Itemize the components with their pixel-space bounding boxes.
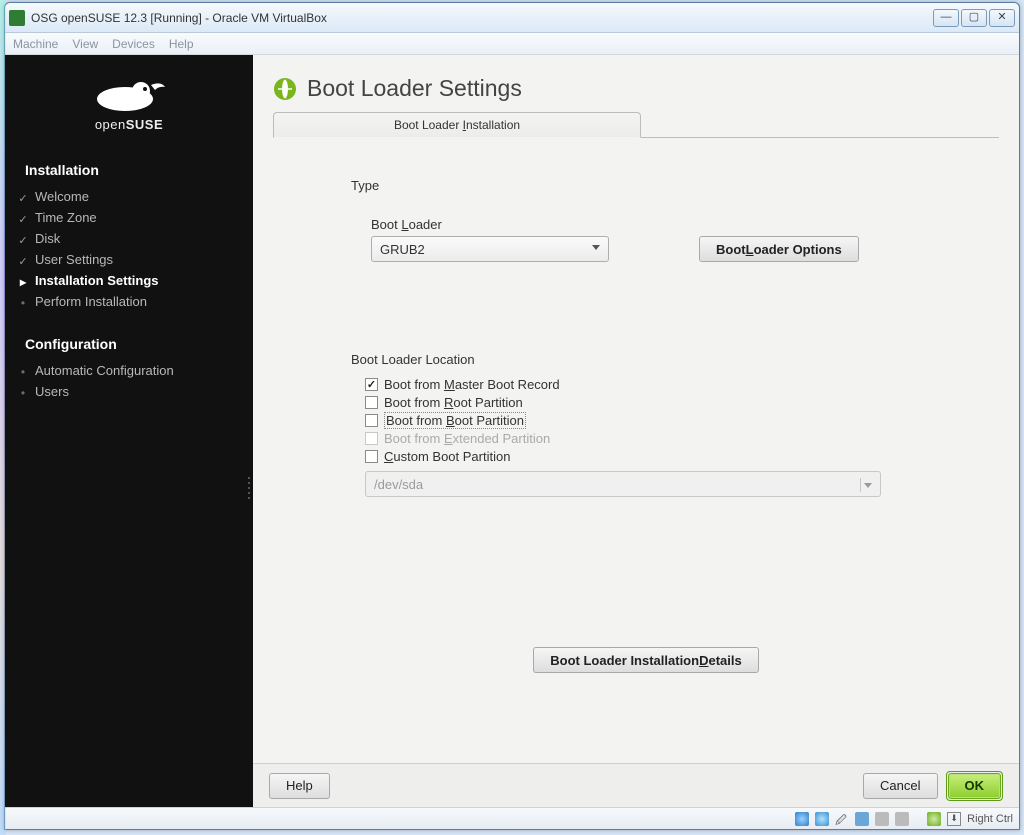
footer-bar: Help Cancel OK: [253, 763, 1019, 807]
sidebar: openSUSE Installation Welcome Time Zone …: [5, 55, 253, 807]
menu-view[interactable]: View: [72, 37, 98, 51]
minimize-button[interactable]: —: [933, 9, 959, 27]
installer-app: openSUSE Installation Welcome Time Zone …: [5, 55, 1019, 807]
vb-hostkey-label: Right Ctrl: [967, 813, 1013, 825]
checkbox-boot[interactable]: [365, 414, 378, 427]
sidebar-item-disk[interactable]: Disk: [5, 228, 253, 249]
page-title: Boot Loader Settings: [273, 75, 1001, 102]
bootloader-select[interactable]: GRUB2: [371, 236, 609, 262]
checkbox-label: Boot from Boot Partition: [384, 412, 526, 429]
main-inner: Boot Loader Settings Boot Loader Install…: [253, 55, 1019, 763]
sidebar-item-label: Time Zone: [35, 210, 97, 225]
logo: openSUSE: [5, 69, 253, 132]
sidebar-item-label: User Settings: [35, 252, 113, 267]
bootloader-options-button[interactable]: Boot Loader Options: [699, 236, 859, 262]
sidebar-item-perform-installation[interactable]: Perform Installation: [5, 291, 253, 312]
chevron-down-icon: [592, 245, 600, 250]
custom-partition-value: /dev/sda: [374, 477, 423, 492]
chk-row-mbr: Boot from Master Boot Record: [365, 375, 941, 393]
type-group-label: Type: [351, 178, 941, 193]
vb-hdd-icon[interactable]: [795, 812, 809, 826]
vb-usb-icon[interactable]: 🖉: [835, 812, 849, 826]
checkbox-extended: [365, 432, 378, 445]
sidebar-list-installation: Welcome Time Zone Disk User Settings Ins…: [5, 186, 253, 332]
help-button[interactable]: Help: [269, 773, 330, 799]
checkbox-label: Boot from Extended Partition: [384, 431, 550, 446]
tabstrip: Boot Loader Installation: [273, 112, 999, 138]
maximize-button[interactable]: ▢: [961, 9, 987, 27]
menubar: Machine View Devices Help: [5, 33, 1019, 55]
bootloader-select-value: GRUB2: [380, 242, 425, 257]
sidebar-item-label: Users: [35, 384, 69, 399]
vb-display-icon[interactable]: [895, 812, 909, 826]
window-controls: — ▢ ✕: [933, 9, 1015, 27]
chevron-down-icon: [860, 478, 874, 492]
boot-settings-icon: [273, 77, 297, 101]
ok-button[interactable]: OK: [948, 773, 1002, 799]
menu-help[interactable]: Help: [169, 37, 194, 51]
vb-shared-folder-icon[interactable]: [875, 812, 889, 826]
app-icon: [9, 10, 25, 26]
ok-button-frame: OK: [946, 771, 1004, 801]
close-button[interactable]: ✕: [989, 9, 1015, 27]
main-panel: Boot Loader Settings Boot Loader Install…: [253, 55, 1019, 807]
checkbox-label: Boot from Master Boot Record: [384, 377, 560, 392]
sidebar-item-welcome[interactable]: Welcome: [5, 186, 253, 207]
chk-row-custom: Custom Boot Partition: [365, 447, 941, 465]
sidebar-item-label: Welcome: [35, 189, 89, 204]
location-checks: Boot from Master Boot Record Boot from R…: [365, 375, 941, 465]
sidebar-list-configuration: Automatic Configuration Users: [5, 360, 253, 422]
vb-status-bar: 🖉 ⬇ Right Ctrl: [5, 807, 1019, 829]
sidebar-heading-configuration: Configuration: [5, 332, 253, 360]
sidebar-item-auto-config[interactable]: Automatic Configuration: [5, 360, 253, 381]
checkbox-custom[interactable]: [365, 450, 378, 463]
sidebar-item-label: Disk: [35, 231, 60, 246]
vb-optical-icon[interactable]: [815, 812, 829, 826]
location-group-label: Boot Loader Location: [351, 352, 941, 367]
custom-partition-select: /dev/sda: [365, 471, 881, 497]
installation-details-button[interactable]: Boot Loader Installation Details: [533, 647, 758, 673]
sidebar-item-label: Installation Settings: [35, 273, 159, 288]
menu-devices[interactable]: Devices: [112, 37, 155, 51]
chk-row-boot: Boot from Boot Partition: [365, 411, 941, 429]
vb-network-icon[interactable]: [855, 812, 869, 826]
chk-row-extended: Boot from Extended Partition: [365, 429, 941, 447]
window-titlebar[interactable]: OSG openSUSE 12.3 [Running] - Oracle VM …: [5, 3, 1019, 33]
menu-machine[interactable]: Machine: [13, 37, 58, 51]
page-title-text: Boot Loader Settings: [307, 75, 522, 102]
tab-installation[interactable]: Boot Loader Installation: [273, 112, 641, 138]
tab-label: Boot Loader Installation: [394, 118, 520, 132]
content: Type Boot Loader GRUB2 Boot Loader Optio…: [271, 138, 1001, 673]
opensuse-logo-icon: [89, 69, 169, 113]
sidebar-item-label: Automatic Configuration: [35, 363, 174, 378]
sidebar-item-users[interactable]: Users: [5, 381, 253, 402]
checkbox-mbr[interactable]: [365, 378, 378, 391]
window-title: OSG openSUSE 12.3 [Running] - Oracle VM …: [31, 11, 933, 25]
checkbox-label: Boot from Root Partition: [384, 395, 523, 410]
cancel-button[interactable]: Cancel: [863, 773, 937, 799]
virtualbox-window: OSG openSUSE 12.3 [Running] - Oracle VM …: [4, 2, 1020, 830]
bootloader-field-label: Boot Loader: [371, 217, 941, 232]
checkbox-label: Custom Boot Partition: [384, 449, 510, 464]
chk-row-root: Boot from Root Partition: [365, 393, 941, 411]
sidebar-heading-installation: Installation: [5, 158, 253, 186]
sidebar-item-label: Perform Installation: [35, 294, 147, 309]
checkbox-root[interactable]: [365, 396, 378, 409]
sidebar-item-timezone[interactable]: Time Zone: [5, 207, 253, 228]
vb-guest-additions-icon[interactable]: [927, 812, 941, 826]
splitter-handle[interactable]: [245, 475, 253, 501]
sidebar-item-installation-settings[interactable]: Installation Settings: [5, 270, 253, 291]
sidebar-item-user-settings[interactable]: User Settings: [5, 249, 253, 270]
vb-hostkey-icon[interactable]: ⬇: [947, 812, 961, 826]
logo-text: openSUSE: [5, 117, 253, 132]
